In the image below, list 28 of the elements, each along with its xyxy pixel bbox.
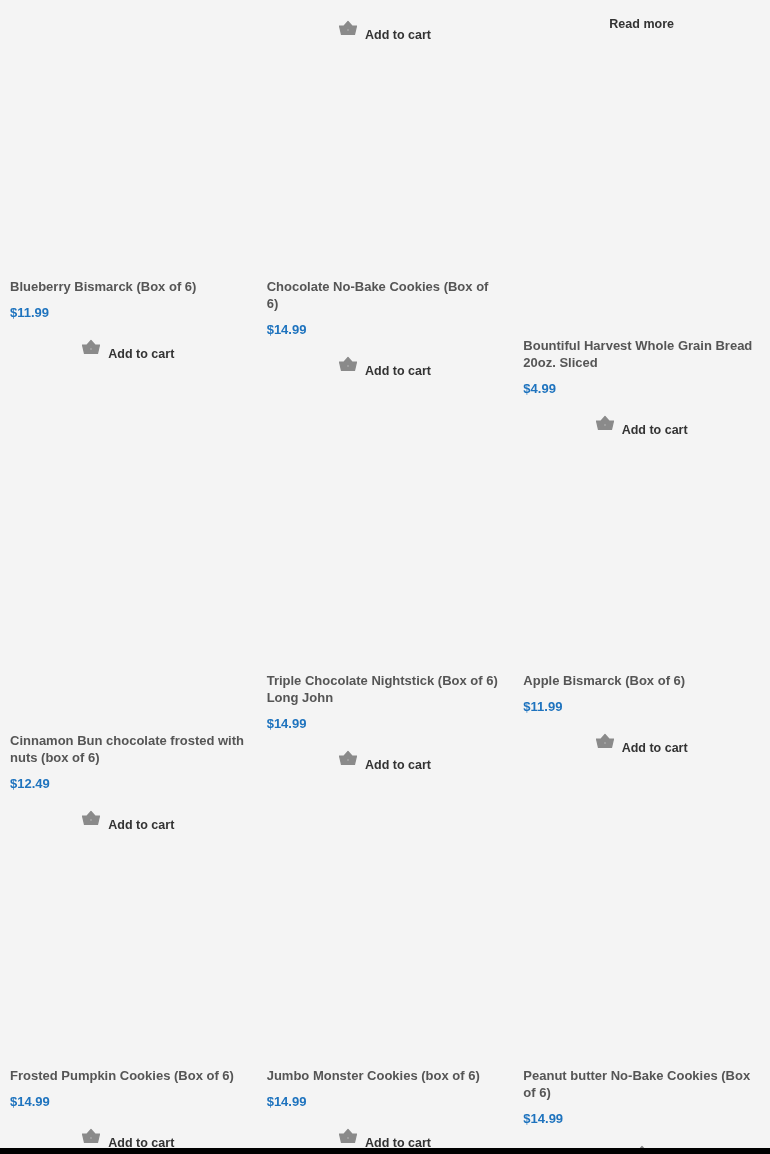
product-price: $14.99 [266,1093,308,1110]
add-to-cart-button[interactable]: Add to cart [82,339,175,359]
product-price: $11.99 [523,698,564,715]
product-title[interactable]: Peanut butter No-Bake Cookies (Box of 6) [523,1067,760,1101]
add-to-cart-button[interactable]: Add to cart [595,733,688,753]
add-to-cart-button[interactable]: Add to cart [339,356,431,376]
product-title[interactable]: Blueberry Bismarck (Box of 6) [10,278,247,295]
product-title[interactable]: Triple Chocolate Nightstick (Box of 6) Long John [266,672,504,706]
product-title[interactable]: Jumbo Monster Cookies (box of 6) [266,1067,504,1084]
add-to-cart-button[interactable]: Add to cart [82,1128,175,1148]
product-price: $4.99 [523,380,557,397]
add-to-cart-button[interactable]: Add to cart [339,750,431,770]
add-to-cart-button[interactable]: Add to cart [339,1128,431,1148]
add-to-cart-button[interactable]: Add to cart [595,415,688,435]
product-title[interactable]: Chocolate No-Bake Cookies (Box of 6) [266,278,504,312]
product-price: $11.99 [10,304,51,321]
add-to-cart-button[interactable]: Add to cart [339,20,431,40]
product-title[interactable]: Frosted Pumpkin Cookies (Box of 6) [10,1067,247,1084]
product-price: $14.99 [10,1093,51,1110]
product-price: $14.99 [523,1110,565,1127]
add-to-cart-button[interactable]: Add to cart [82,810,175,830]
read-more-button[interactable]: Read more [609,14,674,34]
product-title[interactable]: Bountiful Harvest Whole Grain Bread 20oz. Sliced [523,337,760,371]
product-title[interactable]: Apple Bismarck (Box of 6) [523,672,760,689]
product-price: $12.49 [10,775,51,792]
product-price: $14.99 [266,321,308,338]
product-title[interactable]: Cinnamon Bun chocolate frosted with nuts (box of 6) [10,732,247,766]
product-price: $14.99 [266,715,308,732]
